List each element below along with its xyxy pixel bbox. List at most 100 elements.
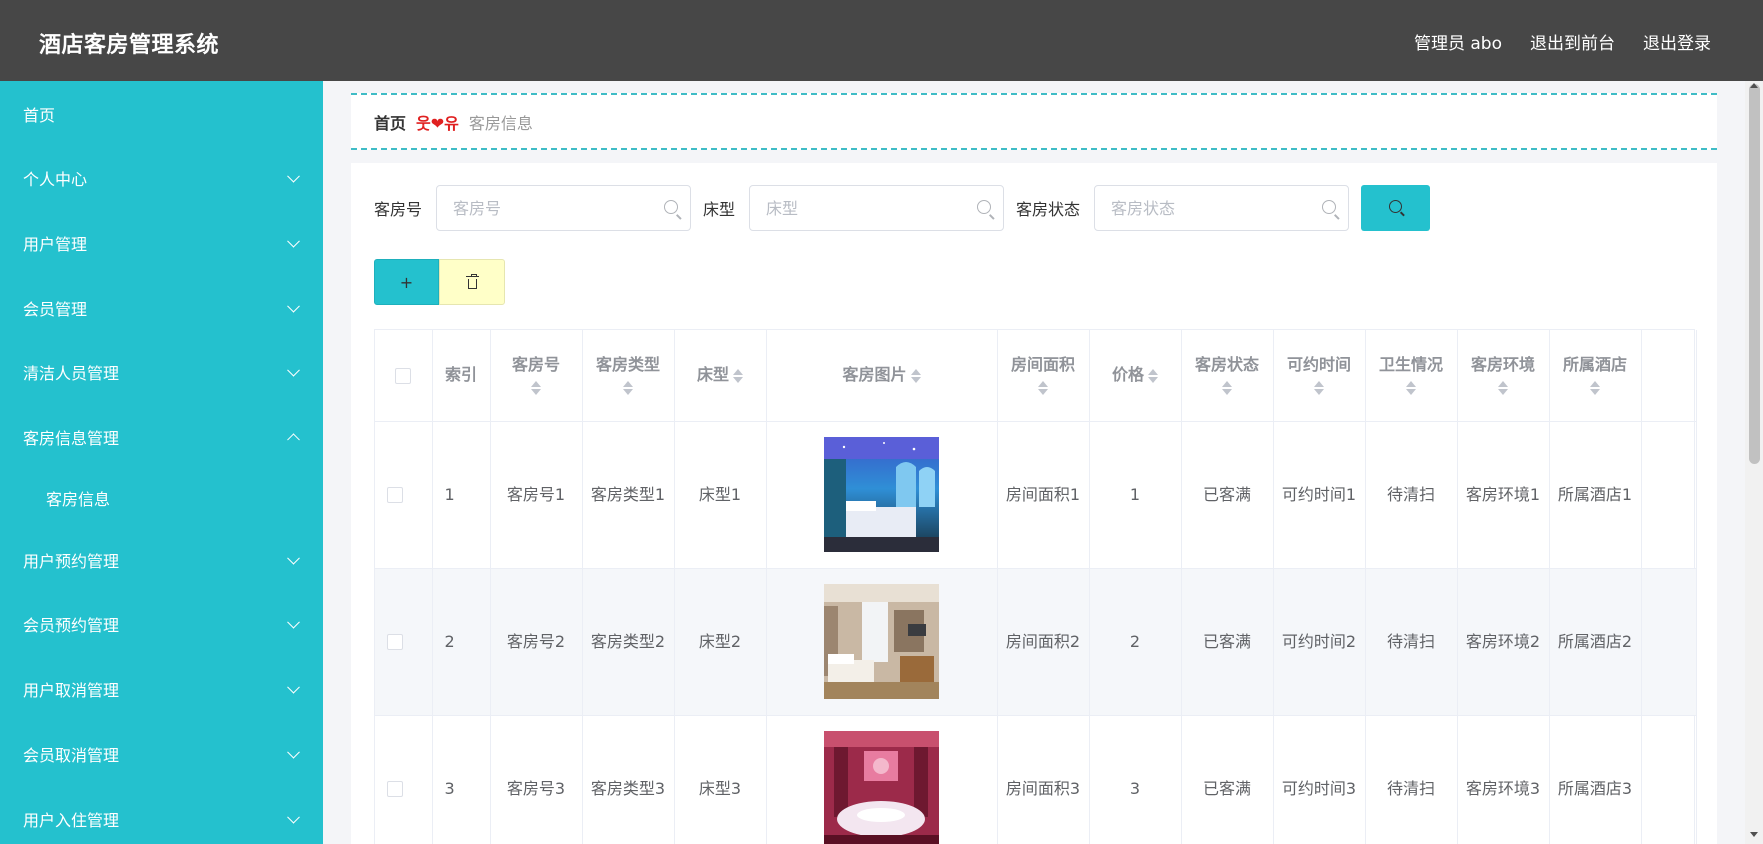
cell-price: 1 xyxy=(1089,421,1182,569)
search-button[interactable] xyxy=(1361,185,1431,231)
scroll-down-arrow-icon[interactable] xyxy=(1750,832,1758,837)
sidebar-item-label: 用户预约管理 xyxy=(23,551,120,571)
sidebar-subitem-room-info[interactable]: 客房信息 xyxy=(0,469,323,527)
sort-icon[interactable] xyxy=(1038,380,1048,396)
row-select-cell xyxy=(375,568,433,716)
room-no-input[interactable] xyxy=(453,198,654,218)
cell-available-time: 可约时间1 xyxy=(1273,421,1366,569)
chevron-down-icon xyxy=(287,364,300,377)
room-no-field xyxy=(436,185,692,231)
table-header-row: 索引 客房号 客房类型 床型 客房图片 房间面积 价格 客房状态 可约时间 卫生… xyxy=(375,330,1697,422)
chevron-down-icon xyxy=(287,745,300,759)
sort-icon[interactable] xyxy=(1314,380,1324,396)
sort-icon[interactable] xyxy=(1148,368,1158,384)
room-table: 索引 客房号 客房类型 床型 客房图片 房间面积 价格 客房状态 可约时间 卫生… xyxy=(374,329,1697,844)
cell-bed-type: 床型1 xyxy=(674,421,767,569)
cell-environment: 客房环境1 xyxy=(1457,421,1550,569)
column-header-room-no[interactable]: 客房号 xyxy=(490,330,583,422)
sort-icon[interactable] xyxy=(1222,380,1232,396)
scrollbar-thumb[interactable] xyxy=(1749,84,1760,464)
column-header-room-image[interactable]: 客房图片 xyxy=(766,330,998,422)
row-checkbox[interactable] xyxy=(387,487,403,503)
bed-type-input[interactable] xyxy=(766,198,967,218)
row-select-cell xyxy=(375,715,433,844)
admin-user-link[interactable]: 管理员 abo xyxy=(1414,29,1502,54)
sidebar-item-label: 会员预约管理 xyxy=(23,616,120,636)
top-bar: 酒店客房管理系统 管理员 abo 退出到前台 退出登录 xyxy=(0,0,1763,81)
room-photo-beige[interactable] xyxy=(824,584,939,699)
room-status-input[interactable] xyxy=(1111,198,1312,218)
cell-actions xyxy=(1641,715,1697,844)
add-button[interactable]: + xyxy=(374,259,439,305)
delete-button[interactable] xyxy=(439,259,505,305)
exit-to-front-link[interactable]: 退出到前台 xyxy=(1530,29,1615,54)
cell-hygiene: 待清扫 xyxy=(1365,421,1458,569)
cell-hygiene: 待清扫 xyxy=(1365,715,1458,844)
logout-link[interactable]: 退出登录 xyxy=(1643,29,1711,54)
trash-icon xyxy=(465,273,479,289)
column-header-available-time[interactable]: 可约时间 xyxy=(1273,330,1366,422)
room-photo-pink[interactable] xyxy=(824,731,939,844)
sidebar-item-home[interactable]: 首页 xyxy=(0,81,323,146)
sidebar-item-cleaner-management[interactable]: 清洁人员管理 xyxy=(0,340,323,405)
breadcrumb-current: 客房信息 xyxy=(468,113,533,133)
breadcrumb-home[interactable]: 首页 xyxy=(374,110,406,134)
cell-room-type: 客房类型2 xyxy=(582,568,675,716)
room-photo-blue[interactable] xyxy=(824,437,939,552)
row-checkbox[interactable] xyxy=(387,634,403,650)
sidebar-item-user-management[interactable]: 用户管理 xyxy=(0,211,323,276)
column-header-bed-type[interactable]: 床型 xyxy=(674,330,767,422)
sort-icon[interactable] xyxy=(1406,380,1416,396)
breadcrumb: 首页 웃❤유 客房信息 xyxy=(351,93,1717,150)
cell-index: 1 xyxy=(432,421,491,569)
sort-icon[interactable] xyxy=(910,368,921,384)
column-header-index: 索引 xyxy=(432,330,491,422)
chevron-down-icon xyxy=(287,616,300,630)
sidebar-item-label: 会员取消管理 xyxy=(23,745,120,765)
sidebar-item-personal-center[interactable]: 个人中心 xyxy=(0,146,323,211)
sidebar-item-member-cancel-management[interactable]: 会员取消管理 xyxy=(0,722,323,787)
sidebar-item-label: 用户管理 xyxy=(23,235,88,255)
row-checkbox[interactable] xyxy=(387,781,403,797)
column-header-area[interactable]: 房间面积 xyxy=(997,330,1090,422)
sort-icon[interactable] xyxy=(733,368,743,384)
sort-icon[interactable] xyxy=(531,380,541,396)
sort-icon[interactable] xyxy=(1590,380,1600,396)
cell-bed-type: 床型2 xyxy=(674,568,767,716)
sort-icon[interactable] xyxy=(623,380,633,396)
column-header-hotel[interactable]: 所属酒店 xyxy=(1549,330,1642,422)
scroll-up-arrow-icon[interactable] xyxy=(1750,83,1758,88)
column-header-room-type[interactable]: 客房类型 xyxy=(582,330,675,422)
sidebar-item-user-booking-management[interactable]: 用户预约管理 xyxy=(0,527,323,592)
column-header-hygiene[interactable]: 卫生情况 xyxy=(1365,330,1458,422)
bed-type-field xyxy=(749,185,1005,231)
chevron-down-icon xyxy=(287,170,300,183)
column-header-price[interactable]: 价格 xyxy=(1089,330,1182,422)
cell-price: 3 xyxy=(1089,715,1182,844)
top-actions: 管理员 abo 退出到前台 退出登录 xyxy=(1414,29,1711,54)
cell-bed-type: 床型3 xyxy=(674,715,767,844)
column-header-environment[interactable]: 客房环境 xyxy=(1457,330,1550,422)
cell-index: 3 xyxy=(432,715,491,844)
sidebar-item-label: 客房信息 xyxy=(46,490,111,510)
column-header-actions xyxy=(1641,330,1697,422)
cell-environment: 客房环境2 xyxy=(1457,568,1550,716)
cell-room-no: 客房号1 xyxy=(490,421,583,569)
main-content: 首页 웃❤유 客房信息 客房号 床型 客房状态 + xyxy=(323,81,1745,844)
select-all-checkbox[interactable] xyxy=(395,367,412,384)
app-title: 酒店客房管理系统 xyxy=(39,33,220,58)
sort-icon[interactable] xyxy=(1498,380,1508,396)
cell-room-no: 客房号3 xyxy=(490,715,583,844)
sidebar-item-member-booking-management[interactable]: 会员预约管理 xyxy=(0,592,323,657)
sidebar-item-room-info-management[interactable]: 客房信息管理 xyxy=(0,405,323,470)
column-header-status[interactable]: 客房状态 xyxy=(1181,330,1274,422)
search-icon xyxy=(664,200,679,214)
action-buttons: + xyxy=(374,259,505,305)
room-no-label: 客房号 xyxy=(374,200,423,219)
cell-area: 房间面积1 xyxy=(997,421,1090,569)
sidebar-item-user-cancel-management[interactable]: 用户取消管理 xyxy=(0,657,323,722)
sidebar-item-member-management[interactable]: 会员管理 xyxy=(0,275,323,340)
cell-available-time: 可约时间2 xyxy=(1273,568,1366,716)
sidebar-item-user-checkin-management[interactable]: 用户入住管理 xyxy=(0,786,323,844)
sidebar-item-label: 用户取消管理 xyxy=(23,681,120,701)
